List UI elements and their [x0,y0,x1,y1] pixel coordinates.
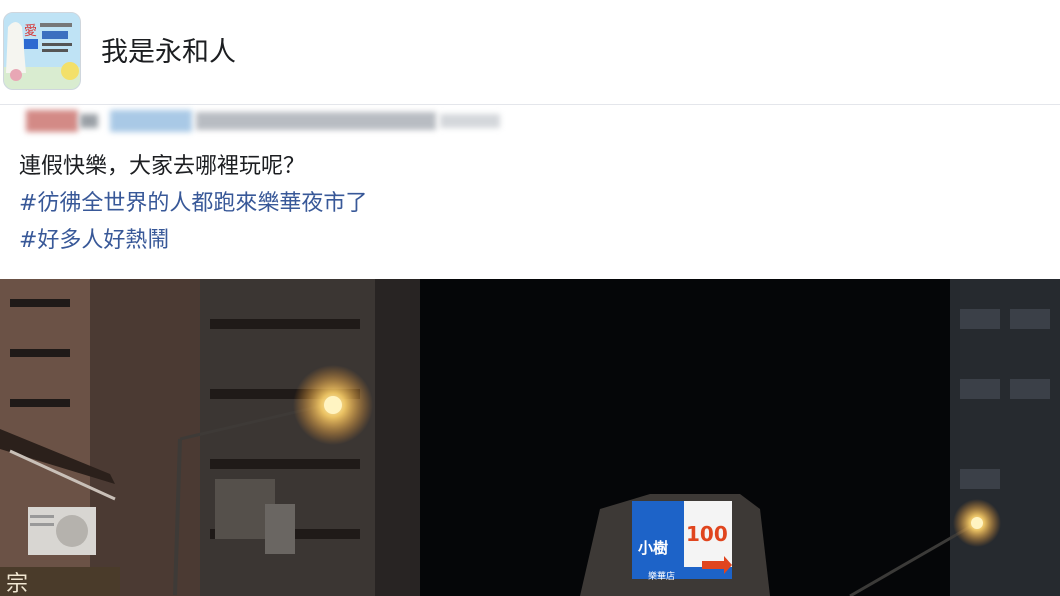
hashtag-link[interactable]: #好多人好熱鬧 [19,222,367,259]
post-photo[interactable]: 宗 小樹 100 樂華店 [0,279,1060,596]
billboard-price: 100 [686,522,728,546]
author-info-blurred[interactable] [0,104,1060,138]
blur-block [440,114,500,128]
billboard-branch: 樂華店 [648,572,676,582]
svg-text:宗: 宗 [6,572,28,596]
post-text-line: 連假快樂，大家去哪裡玩呢？ [19,154,306,179]
post-body: 連假快樂，大家去哪裡玩呢？ #彷彿全世界的人都跑來樂華夜市了 #好多人好熱鬧 [19,148,367,259]
group-header: 愛 我是永和人 [0,0,1060,105]
blur-block [80,114,98,128]
group-avatar-icon[interactable]: 愛 [3,12,81,90]
svg-text:愛: 愛 [24,24,37,39]
group-name[interactable]: 我是永和人 [101,30,236,69]
billboard-brand: 小樹 [638,539,669,557]
hashtag-link[interactable]: #彷彿全世界的人都跑來樂華夜市了 [19,185,367,222]
author-avatar [26,110,78,132]
blur-block [196,112,436,130]
blur-block [110,110,192,132]
